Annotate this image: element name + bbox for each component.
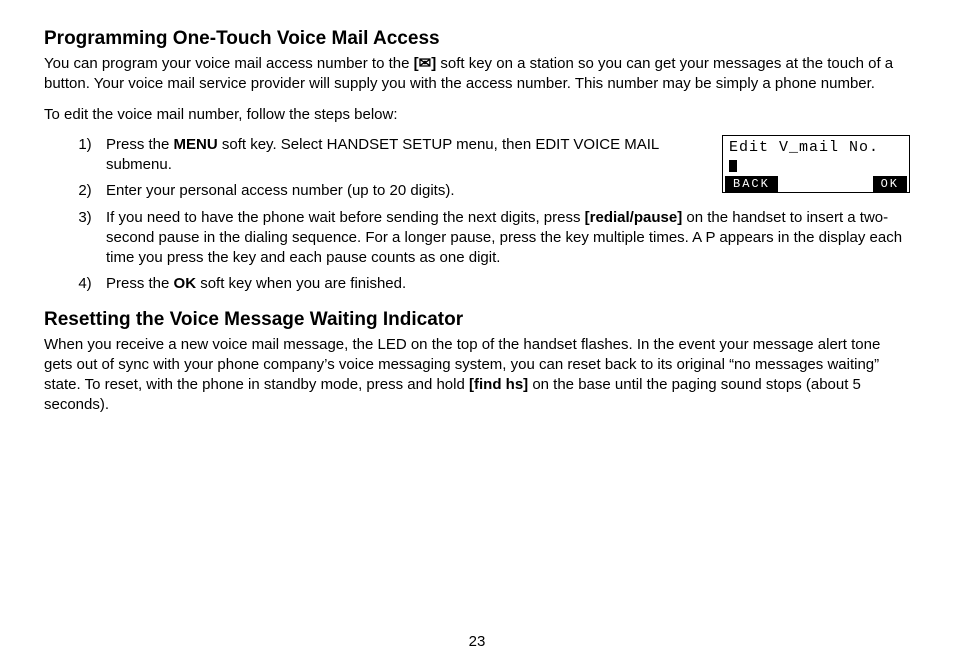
section1-intro: You can program your voice mail access n…: [44, 54, 910, 95]
section1-heading: Programming One-Touch Voice Mail Access: [44, 28, 910, 50]
step4-post: soft key when you are finished.: [196, 275, 406, 292]
page-number: 23: [0, 633, 954, 650]
section2-heading: Resetting the Voice Message Waiting Indi…: [44, 309, 910, 331]
step4-pre: Press the: [106, 275, 174, 292]
section2-body: When you receive a new voice mail messag…: [44, 335, 910, 416]
section2-bold: [find hs]: [469, 376, 528, 393]
step3-bold: [redial/pause]: [585, 209, 683, 226]
step1-pre: Press the: [106, 136, 174, 153]
lcd-back-button: BACK: [725, 176, 778, 192]
step3-pre: If you need to have the phone wait befor…: [106, 209, 585, 226]
lcd-title: Edit V_mail No.: [729, 139, 879, 156]
lcd-title-row: Edit V_mail No.: [723, 136, 909, 175]
lcd-ok-button: OK: [873, 176, 907, 192]
intro-pre: You can program your voice mail access n…: [44, 55, 414, 72]
step-3: If you need to have the phone wait befor…: [100, 208, 910, 269]
section1-lead: To edit the voice mail number, follow th…: [44, 105, 910, 125]
step-4: Press the OK soft key when you are finis…: [100, 274, 910, 294]
step4-bold: OK: [174, 275, 197, 292]
lcd-softkey-row: BACK OK: [723, 175, 909, 192]
lcd-screenshot: Edit V_mail No. BACK OK: [722, 135, 910, 193]
step1-bold: MENU: [174, 136, 218, 153]
mail-icon-key: [✉]: [414, 55, 437, 72]
lcd-cursor-icon: [729, 160, 737, 172]
